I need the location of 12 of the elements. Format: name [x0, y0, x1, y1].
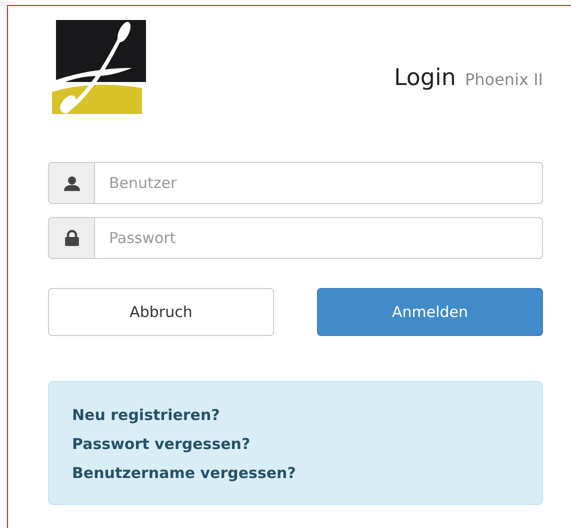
- cancel-button[interactable]: Abbruch: [48, 288, 274, 336]
- login-button[interactable]: Anmelden: [317, 288, 543, 336]
- help-link[interactable]: Benutzername vergessen?: [72, 464, 519, 482]
- help-link[interactable]: Neu registrieren?: [72, 406, 519, 424]
- login-title: Login: [394, 65, 456, 91]
- help-link[interactable]: Passwort vergessen?: [72, 435, 519, 453]
- input-field[interactable]: Passwort: [95, 217, 543, 259]
- app-name: Phoenix II: [465, 70, 543, 89]
- lock-icon: [64, 230, 78, 246]
- input-field[interactable]: Benutzer: [95, 162, 543, 204]
- user-icon: [64, 176, 80, 190]
- logo-icon: [52, 20, 146, 114]
